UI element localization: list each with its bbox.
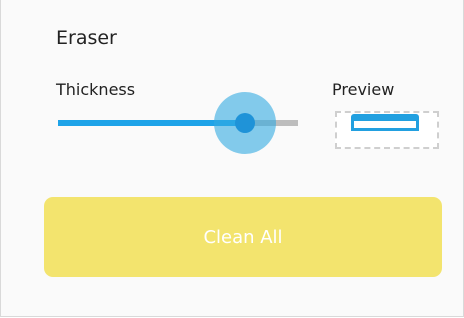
eraser-preview-icon [351, 114, 419, 131]
slider-thumb[interactable] [235, 113, 255, 133]
preview-label: Preview [332, 80, 395, 99]
thickness-label: Thickness [56, 80, 136, 99]
eraser-panel: Eraser Thickness Preview Clean All [0, 0, 464, 317]
clean-all-button[interactable]: Clean All [44, 197, 442, 277]
panel-title: Eraser [56, 27, 117, 49]
eraser-preview [335, 111, 439, 149]
thickness-slider[interactable] [58, 92, 298, 154]
